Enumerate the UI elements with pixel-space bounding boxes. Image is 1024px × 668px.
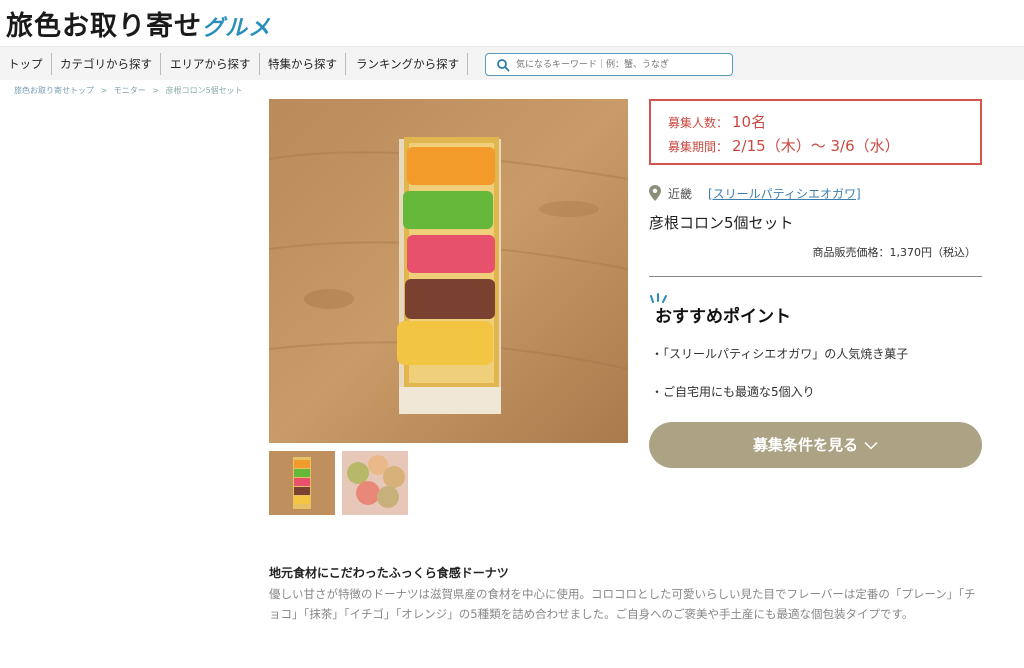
breadcrumb-separator: >: [100, 86, 108, 95]
site-header: 旅色お取り寄せグルメ: [0, 0, 1024, 46]
recruit-period-label: 募集期間：: [668, 140, 729, 154]
product-title: 彦根コロン5個セット: [649, 214, 794, 232]
location-pin-icon: [649, 185, 661, 201]
logo-text-main: 旅色お取り寄せ: [6, 11, 202, 42]
recruit-count-value: 10名: [732, 113, 767, 131]
recommend-point: ・ご自宅用にも最適な5個入り: [651, 385, 815, 399]
description-title: 地元食材にこだわったふっくら食感ドーナツ: [269, 566, 509, 580]
nav-item-feature[interactable]: 特集から探す: [268, 53, 346, 75]
search-icon[interactable]: [496, 58, 510, 72]
breadcrumb: 旅色お取り寄せトップ > モニター > 彦根コロン5個セット: [14, 85, 247, 96]
logo-text-accent: グルメ: [202, 16, 272, 41]
view-conditions-label: 募集条件を見る: [752, 436, 858, 454]
product-thumbnail-2[interactable]: [342, 451, 408, 515]
breadcrumb-separator: >: [152, 86, 160, 95]
view-conditions-button[interactable]: 募集条件を見る: [649, 422, 982, 468]
site-logo[interactable]: 旅色お取り寄せグルメ: [6, 4, 271, 43]
recommend-point: ・「スリールパティシエオガワ」の人気焼き菓子: [651, 347, 909, 361]
breadcrumb-item-monitor[interactable]: モニター: [114, 86, 146, 95]
nav-item-top[interactable]: トップ: [8, 53, 52, 75]
nav-item-area[interactable]: エリアから探す: [170, 53, 260, 75]
breadcrumb-item-current: 彦根コロン5個セット: [165, 86, 243, 95]
search-box[interactable]: [485, 53, 733, 76]
shop-link[interactable]: [スリールパティシエオガワ]: [708, 185, 861, 202]
product-price: 商品販売価格：1,370円（税込）: [812, 246, 977, 259]
chevron-down-icon: [864, 441, 878, 450]
recruit-info-box: 募集人数： 10名 募集期間： 2/15（木）〜 3/6（水）: [649, 99, 982, 165]
breadcrumb-item-home[interactable]: 旅色お取り寄せトップ: [14, 86, 94, 95]
recommend-title: おすすめポイント: [655, 307, 791, 327]
product-main-image: [269, 99, 628, 443]
product-thumbnail-1[interactable]: [269, 451, 335, 515]
nav-item-ranking[interactable]: ランキングから探す: [356, 53, 469, 75]
search-input[interactable]: [516, 56, 726, 73]
recruit-count-label: 募集人数：: [668, 116, 729, 130]
divider: [649, 276, 982, 277]
recruit-period: 募集期間： 2/15（木）〜 3/6（水）: [668, 135, 900, 156]
recruit-count: 募集人数： 10名: [668, 111, 766, 132]
recruit-period-value: 2/15（木）〜 3/6（水）: [732, 137, 900, 155]
description-body: 優しい甘さが特徴のドーナツは滋賀県産の食材を中心に使用。コロコロとした可愛いらし…: [269, 587, 976, 621]
nav-item-category[interactable]: カテゴリから探す: [60, 53, 161, 75]
product-region: 近畿: [668, 187, 693, 201]
global-nav: トップ カテゴリから探す エリアから探す 特集から探す ランキングから探す: [0, 46, 1024, 80]
